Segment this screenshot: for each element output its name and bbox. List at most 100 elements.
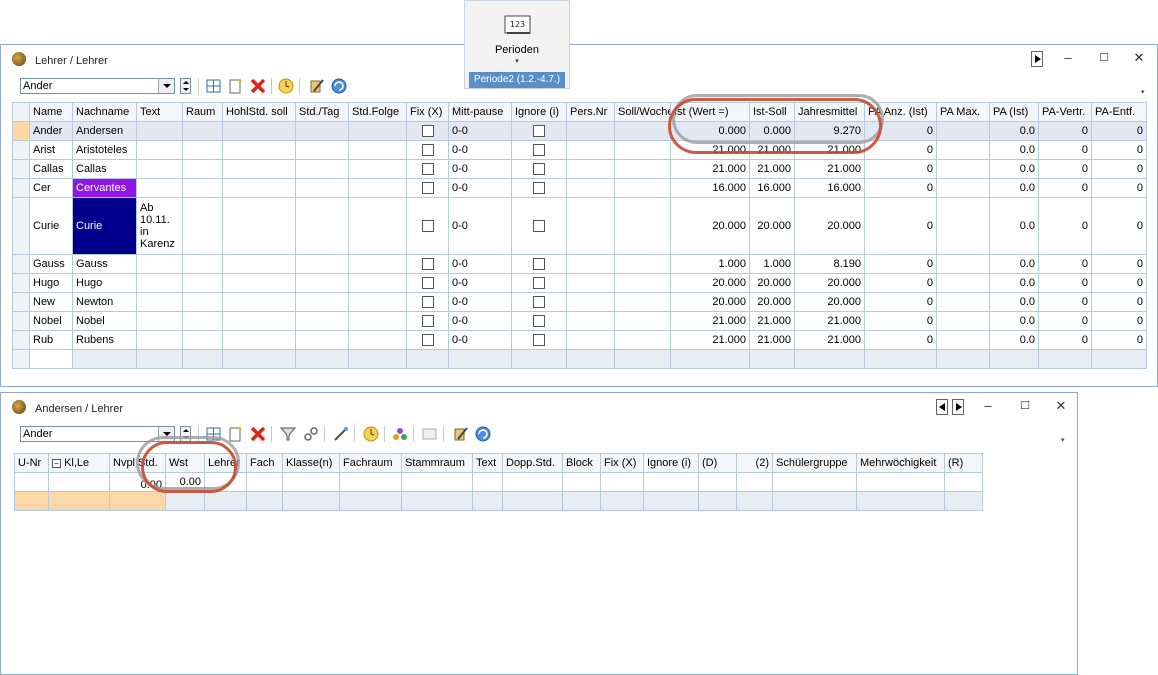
cell[interactable] — [936, 349, 990, 369]
pa-entf-cell[interactable]: 0 — [1091, 254, 1147, 274]
ist-cell[interactable]: 16.000 — [670, 178, 750, 198]
pers-nr-cell[interactable] — [566, 159, 615, 179]
settings-tools-icon[interactable] — [452, 425, 470, 443]
cell[interactable] — [339, 491, 402, 511]
std-folge-cell[interactable] — [348, 273, 407, 293]
cell[interactable] — [246, 491, 283, 511]
cell[interactable] — [339, 472, 402, 492]
jahresmittel-cell[interactable]: 16.000 — [794, 178, 865, 198]
pa-anz-cell[interactable]: 0 — [864, 292, 937, 312]
nachname-cell[interactable]: Nobel — [72, 311, 137, 331]
raum-cell[interactable] — [182, 273, 223, 293]
column-header[interactable]: Std./Tag — [295, 102, 349, 122]
column-header[interactable]: Raum — [182, 102, 223, 122]
table-row[interactable]: Arist Aristoteles 0-0 21.000 21.000 21.000 0 0.… — [12, 140, 1147, 160]
column-header[interactable]: Ignore (i) — [643, 453, 699, 473]
pers-nr-cell[interactable] — [566, 197, 615, 255]
ist-cell[interactable]: 20.000 — [670, 197, 750, 255]
std-folge-cell[interactable] — [348, 330, 407, 350]
pa-entf-cell[interactable]: 0 — [1091, 121, 1147, 141]
soll-woche-cell[interactable] — [614, 292, 671, 312]
mittpause-cell[interactable]: 0-0 — [448, 159, 512, 179]
magic-wand-icon[interactable] — [332, 425, 350, 443]
cell[interactable] — [14, 491, 49, 511]
checkbox[interactable] — [421, 144, 434, 157]
pa-entf-cell[interactable]: 0 — [1091, 311, 1147, 331]
pa-vertr-cell[interactable]: 0 — [1038, 311, 1092, 331]
cell[interactable] — [472, 491, 503, 511]
row-selector[interactable] — [12, 121, 30, 141]
checkbox[interactable] — [533, 163, 545, 176]
jahresmittel-cell[interactable]: 21.000 — [794, 330, 865, 350]
jahresmittel-cell[interactable]: 8.190 — [794, 254, 865, 274]
cell[interactable] — [14, 472, 49, 492]
hohlstd-cell[interactable] — [222, 159, 296, 179]
checkbox[interactable] — [421, 163, 434, 176]
ist-soll-cell[interactable]: 21.000 — [749, 330, 795, 350]
row-selector[interactable] — [12, 254, 30, 274]
soll-woche-cell[interactable] — [614, 140, 671, 160]
std-folge-cell[interactable] — [348, 197, 407, 255]
cell[interactable] — [643, 491, 699, 511]
pa-ist-cell[interactable]: 0.0 — [989, 273, 1039, 293]
ignore-cell[interactable] — [511, 311, 567, 331]
pers-nr-cell[interactable] — [566, 254, 615, 274]
pa-vertr-cell[interactable]: 0 — [1038, 273, 1092, 293]
soll-woche-cell[interactable] — [614, 273, 671, 293]
soll-woche-cell[interactable] — [614, 121, 671, 141]
text-cell[interactable] — [136, 140, 183, 160]
ignore-cell[interactable] — [511, 273, 567, 293]
cell[interactable] — [566, 349, 615, 369]
table-row[interactable]: New Newton 0-0 20.000 20.000 20.000 0 0.0 0 0 — [12, 292, 1147, 312]
cell[interactable] — [182, 349, 223, 369]
std-tag-cell[interactable] — [295, 273, 349, 293]
nachname-cell[interactable]: Newton — [72, 292, 137, 312]
fix-cell[interactable] — [406, 292, 449, 312]
table-row[interactable]: Rub Rubens 0-0 21.000 21.000 21.000 0 0.0 0 0 — [12, 330, 1147, 350]
cell[interactable] — [246, 472, 283, 492]
hohlstd-cell[interactable] — [222, 254, 296, 274]
column-header[interactable]: U-Nr — [14, 453, 49, 473]
group-icon[interactable] — [391, 425, 409, 443]
soll-woche-cell[interactable] — [614, 178, 671, 198]
filter-icon[interactable] — [279, 425, 297, 443]
mittpause-cell[interactable]: 0-0 — [448, 330, 512, 350]
cell[interactable] — [502, 491, 563, 511]
fix-cell[interactable] — [406, 254, 449, 274]
cell[interactable] — [72, 349, 137, 369]
pa-max-cell[interactable] — [936, 159, 990, 179]
raum-cell[interactable] — [182, 254, 223, 274]
nachname-cell[interactable]: Rubens — [72, 330, 137, 350]
cell[interactable] — [600, 491, 644, 511]
raum-cell[interactable] — [182, 178, 223, 198]
fix-cell[interactable] — [406, 273, 449, 293]
pa-anz-cell[interactable]: 0 — [864, 178, 937, 198]
pa-anz-cell[interactable]: 0 — [864, 254, 937, 274]
pers-nr-cell[interactable] — [566, 121, 615, 141]
column-header[interactable]: Fix (X) — [406, 102, 449, 122]
hohlstd-cell[interactable] — [222, 311, 296, 331]
std-tag-cell[interactable] — [295, 330, 349, 350]
text-cell[interactable] — [136, 254, 183, 274]
cell[interactable] — [348, 349, 407, 369]
std-folge-cell[interactable] — [348, 292, 407, 312]
pa-ist-cell[interactable]: 0.0 — [989, 197, 1039, 255]
cell[interactable] — [295, 349, 349, 369]
table-row[interactable]: Callas Callas 0-0 21.000 21.000 21.000 0 0.0 0 0 — [12, 159, 1147, 179]
column-header[interactable]: Mehrwöchigkeit — [856, 453, 945, 473]
nachname-cell[interactable]: Cervantes — [72, 178, 137, 198]
minimize-button[interactable]: – — [978, 397, 998, 415]
pa-max-cell[interactable] — [936, 178, 990, 198]
table-row[interactable]: Gauss Gauss 0-0 1.000 1.000 8.190 0 0.0 0 0 — [12, 254, 1147, 274]
row-selector[interactable] — [12, 273, 30, 293]
hohlstd-cell[interactable] — [222, 330, 296, 350]
text-cell[interactable] — [136, 273, 183, 293]
pa-max-cell[interactable] — [936, 273, 990, 293]
cell[interactable] — [222, 349, 296, 369]
maximize-button[interactable]: ☐ — [1015, 397, 1035, 415]
teacher-select[interactable]: Ander — [20, 78, 175, 94]
name-cell[interactable]: Callas — [29, 159, 73, 179]
column-header[interactable]: Block — [562, 453, 601, 473]
std-tag-cell[interactable] — [295, 178, 349, 198]
mittpause-cell[interactable]: 0-0 — [448, 273, 512, 293]
